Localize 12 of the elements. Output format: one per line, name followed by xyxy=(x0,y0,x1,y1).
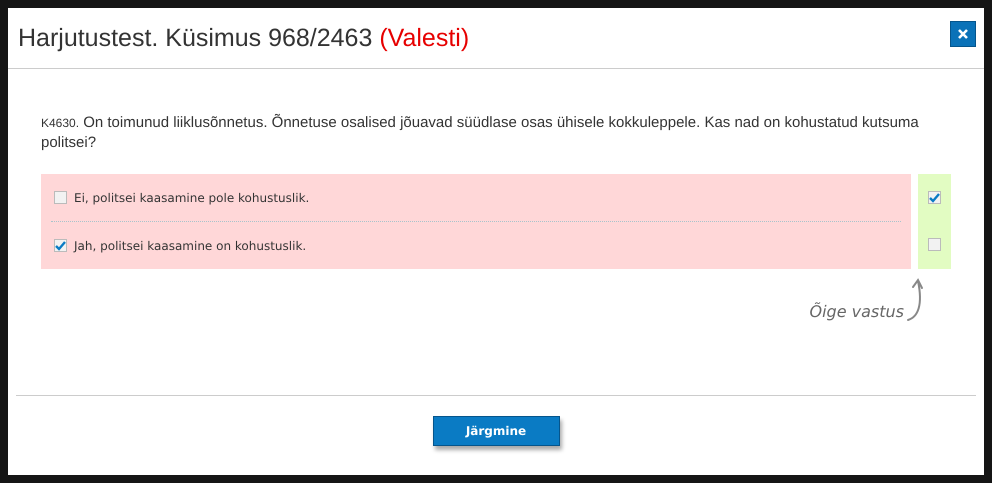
answer-checkbox[interactable] xyxy=(54,191,67,204)
dialog-title: Harjutustest. Küsimus 968/2463 (Valesti) xyxy=(18,24,470,52)
answer-text: Ei, politsei kaasamine pole kohustuslik. xyxy=(74,190,310,204)
close-icon xyxy=(957,28,969,40)
curved-arrow-icon xyxy=(906,277,926,323)
result-label: (Valesti) xyxy=(379,24,470,52)
answer-text: Jah, politsei kaasamine on kohustuslik. xyxy=(74,238,306,252)
close-button[interactable] xyxy=(950,21,976,47)
question-text: K4630. On toimunud liiklusõnnetus. Õnnetuse osalised jõuavad süüdlase osas ühisele kokkuleppele. Kas nad on kohustatud kutsuma politsei? xyxy=(41,113,920,153)
next-button[interactable]: Järgmine xyxy=(432,416,560,446)
answer-checkbox[interactable] xyxy=(54,239,67,252)
annotation-text: Õige vastus xyxy=(810,302,904,321)
